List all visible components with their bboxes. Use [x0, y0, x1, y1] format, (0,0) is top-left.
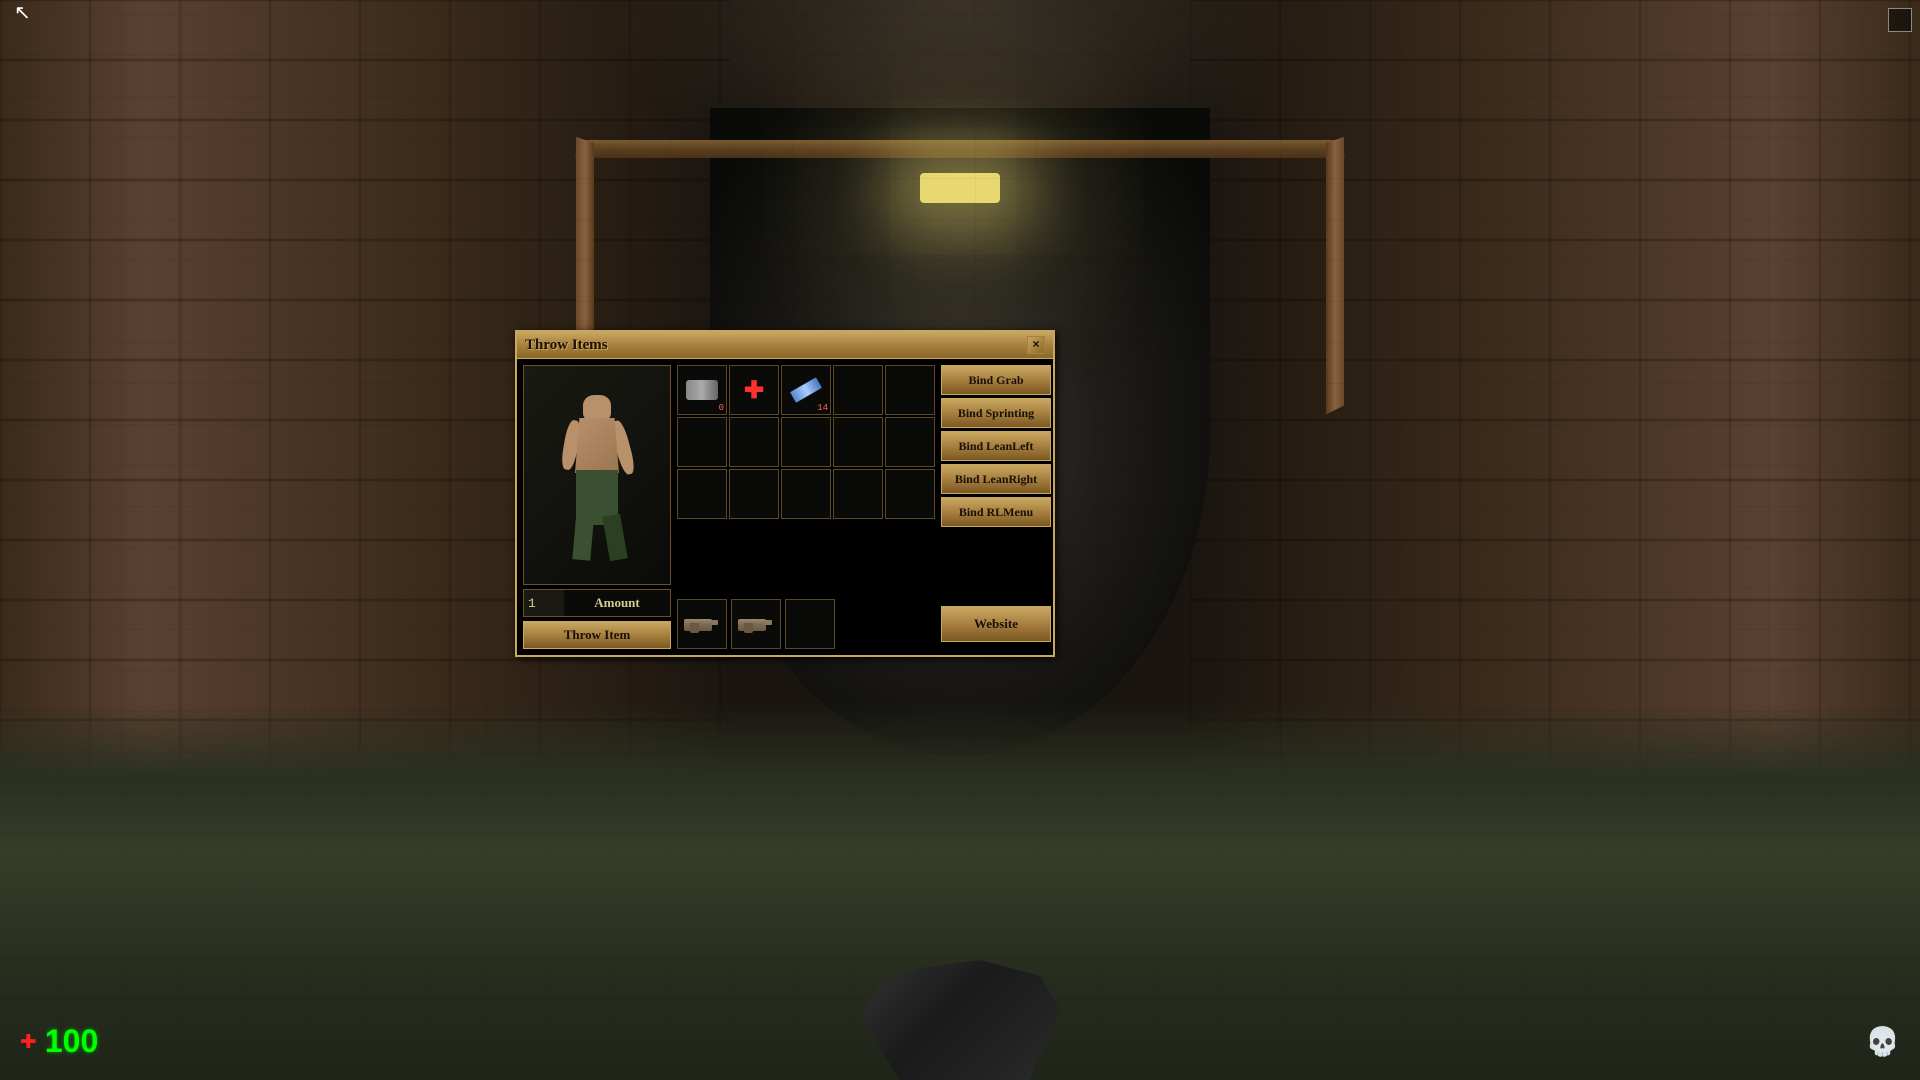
char-torso — [575, 418, 619, 473]
gun-icon-1 — [738, 615, 774, 633]
skull-icon: 💀 — [1865, 1025, 1900, 1060]
character-panel: Amount Throw Item — [523, 365, 671, 649]
bind-leanleft-button[interactable]: Bind LeanLeft — [941, 431, 1051, 461]
dialog-close-button[interactable]: × — [1027, 336, 1045, 354]
inv-slot-1-0[interactable] — [677, 417, 727, 467]
char-leg-left — [572, 519, 593, 560]
dialog-spacer — [677, 531, 1051, 591]
dialog-content: Amount Throw Item 0 ✚ — [517, 359, 1053, 655]
inv-slot-1-4[interactable] — [885, 417, 935, 467]
right-panel: 0 ✚ 14 — [677, 365, 1051, 649]
weapon-slot-2[interactable] — [785, 599, 835, 649]
inventory-row-1: 0 ✚ 14 — [677, 365, 935, 415]
inv-slot-1-1[interactable] — [729, 417, 779, 467]
medkit-item: ✚ — [744, 376, 764, 405]
throw-items-dialog: Throw Items × — [515, 330, 1055, 657]
char-head — [583, 395, 611, 421]
inventory-row-3 — [677, 469, 935, 519]
inv-slot-0-2[interactable]: 14 — [781, 365, 831, 415]
health-icon: ✚ — [20, 1028, 37, 1056]
player-weapon — [810, 860, 1110, 1080]
hud-health: ✚ 100 — [20, 1023, 98, 1060]
inv-slot-2-1[interactable] — [729, 469, 779, 519]
bind-leanright-button[interactable]: Bind LeanRight — [941, 464, 1051, 494]
website-button[interactable]: Website — [941, 606, 1051, 642]
inventory-row-2 — [677, 417, 935, 467]
dialog-title: Throw Items — [525, 337, 608, 354]
dialog-titlebar: Throw Items × — [517, 332, 1053, 359]
inv-slot-2-2[interactable] — [781, 469, 831, 519]
inv-slot-0-1[interactable]: ✚ — [729, 365, 779, 415]
weapon-slot-1[interactable] — [731, 599, 781, 649]
weapon-slot-0[interactable] — [677, 599, 727, 649]
item-count-0-0: 0 — [719, 403, 724, 413]
throw-item-button[interactable]: Throw Item — [523, 621, 671, 649]
inv-slot-0-3[interactable] — [833, 365, 883, 415]
flashlight-item — [686, 380, 718, 400]
inv-slot-0-4[interactable] — [885, 365, 935, 415]
inventory-and-buttons: 0 ✚ 14 — [677, 365, 1051, 527]
bind-buttons: Bind Grab Bind Sprinting Bind LeanLeft B… — [941, 365, 1051, 527]
char-leg-right — [602, 514, 628, 561]
gun-icon-0 — [684, 615, 720, 633]
character-figure — [524, 366, 670, 584]
inv-slot-2-0[interactable] — [677, 469, 727, 519]
inv-slot-0-0[interactable]: 0 — [677, 365, 727, 415]
inv-slot-1-2[interactable] — [781, 417, 831, 467]
bind-grab-button[interactable]: Bind Grab — [941, 365, 1051, 395]
inventory-grid: 0 ✚ 14 — [677, 365, 935, 527]
amount-row: Amount — [523, 589, 671, 617]
item-count-0-2: 14 — [817, 403, 828, 413]
inv-slot-1-3[interactable] — [833, 417, 883, 467]
top-right-indicator — [1888, 8, 1912, 32]
character-body — [562, 390, 632, 560]
tool-item — [790, 377, 822, 402]
bind-rlmenu-button[interactable]: Bind RLMenu — [941, 497, 1051, 527]
bottom-row: Website — [677, 599, 1051, 649]
amount-label: Amount — [564, 595, 670, 611]
character-portrait — [523, 365, 671, 585]
amount-input[interactable] — [524, 590, 564, 616]
health-value: 100 — [45, 1023, 98, 1060]
inv-slot-2-4[interactable] — [885, 469, 935, 519]
inv-slot-2-3[interactable] — [833, 469, 883, 519]
bind-sprinting-button[interactable]: Bind Sprinting — [941, 398, 1051, 428]
